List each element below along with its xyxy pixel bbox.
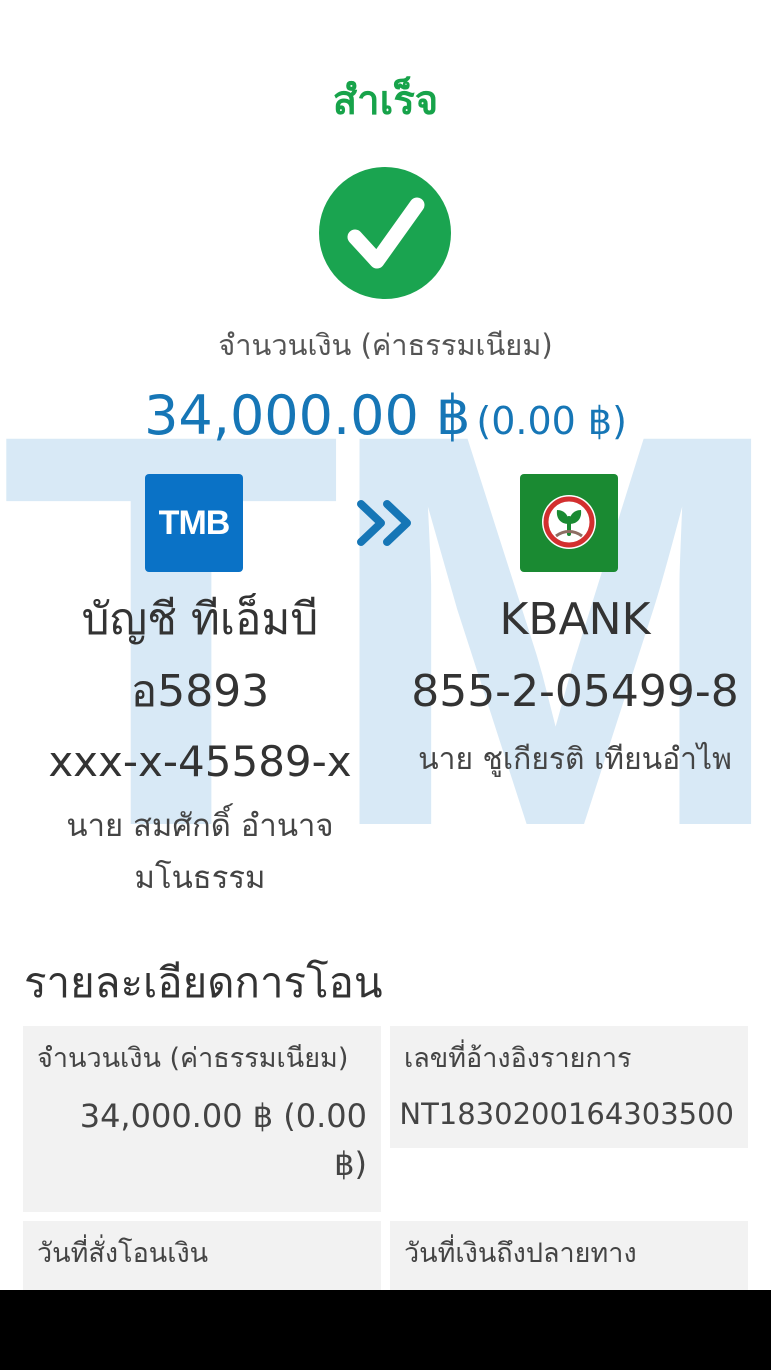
sender-account-number: xxx-x-45589-x (48, 737, 352, 786)
recipient-owner-name: นาย ชูเกียรติ เทียนอำไพ (418, 742, 732, 777)
amount-label: จำนวนเงิน (ค่าธรรมเนียม) (218, 328, 553, 362)
detail-order-date-label: วันที่สั่งโอนเงิน (37, 1238, 209, 1269)
detail-arrival-date-label: วันที่เงินถึงปลายทาง (404, 1238, 637, 1269)
bottom-black-bar (0, 1290, 771, 1370)
success-check-icon (319, 167, 451, 299)
details-heading: รายละเอียดการโอน (24, 958, 383, 1007)
sender-account-alias: อ5893 (130, 666, 270, 717)
detail-ref-value: NT1830200164303500 (399, 1097, 734, 1131)
kbank-logo (520, 474, 618, 572)
page-title: สำเร็จ (332, 78, 439, 124)
detail-amount-label: จำนวนเงิน (ค่าธรรมเนียม) (37, 1043, 349, 1074)
fee-value: (0.00 ฿) (476, 399, 627, 443)
detail-card-order-date: วันที่สั่งโอนเงิน (23, 1221, 381, 1290)
sender-owner-name: นาย สมศักดิ์ อำนาจ มโนธรรม (66, 808, 334, 896)
detail-card-reference: เลขที่อ้างอิงรายการ NT1830200164303500 (390, 1026, 748, 1148)
detail-card-arrival-date: วันที่เงินถึงปลายทาง (390, 1221, 748, 1290)
transfer-result-screen: TMB สำเร็จ จำนวนเงิน (ค่าธรรมเนียม) 34,0… (0, 0, 771, 1290)
detail-amount-value: 34,000.00 ฿ (0.00 ฿) (79, 1097, 367, 1183)
recipient-account-number: 855-2-05499-8 (411, 666, 739, 717)
amount-value: 34,000.00 ฿ (144, 384, 471, 447)
detail-ref-label: เลขที่อ้างอิงรายการ (404, 1043, 632, 1074)
double-chevron-right-icon (355, 496, 417, 554)
sender-account-name: บัญชี ทีเอ็มบี (81, 594, 319, 645)
amount-display: 34,000.00 ฿ (0.00 ฿) (0, 384, 771, 447)
recipient-bank: KBANK (499, 594, 651, 645)
sender-account: บัญชี ทีเอ็มบี อ5893 xxx-x-45589-x นาย ส… (20, 590, 380, 904)
recipient-account: KBANK 855-2-05499-8 นาย ชูเกียรติ เทียนอ… (390, 590, 760, 786)
tmb-bank-logo: TMB (145, 474, 243, 572)
detail-card-amount: จำนวนเงิน (ค่าธรรมเนียม) 34,000.00 ฿ (0.… (23, 1026, 381, 1212)
